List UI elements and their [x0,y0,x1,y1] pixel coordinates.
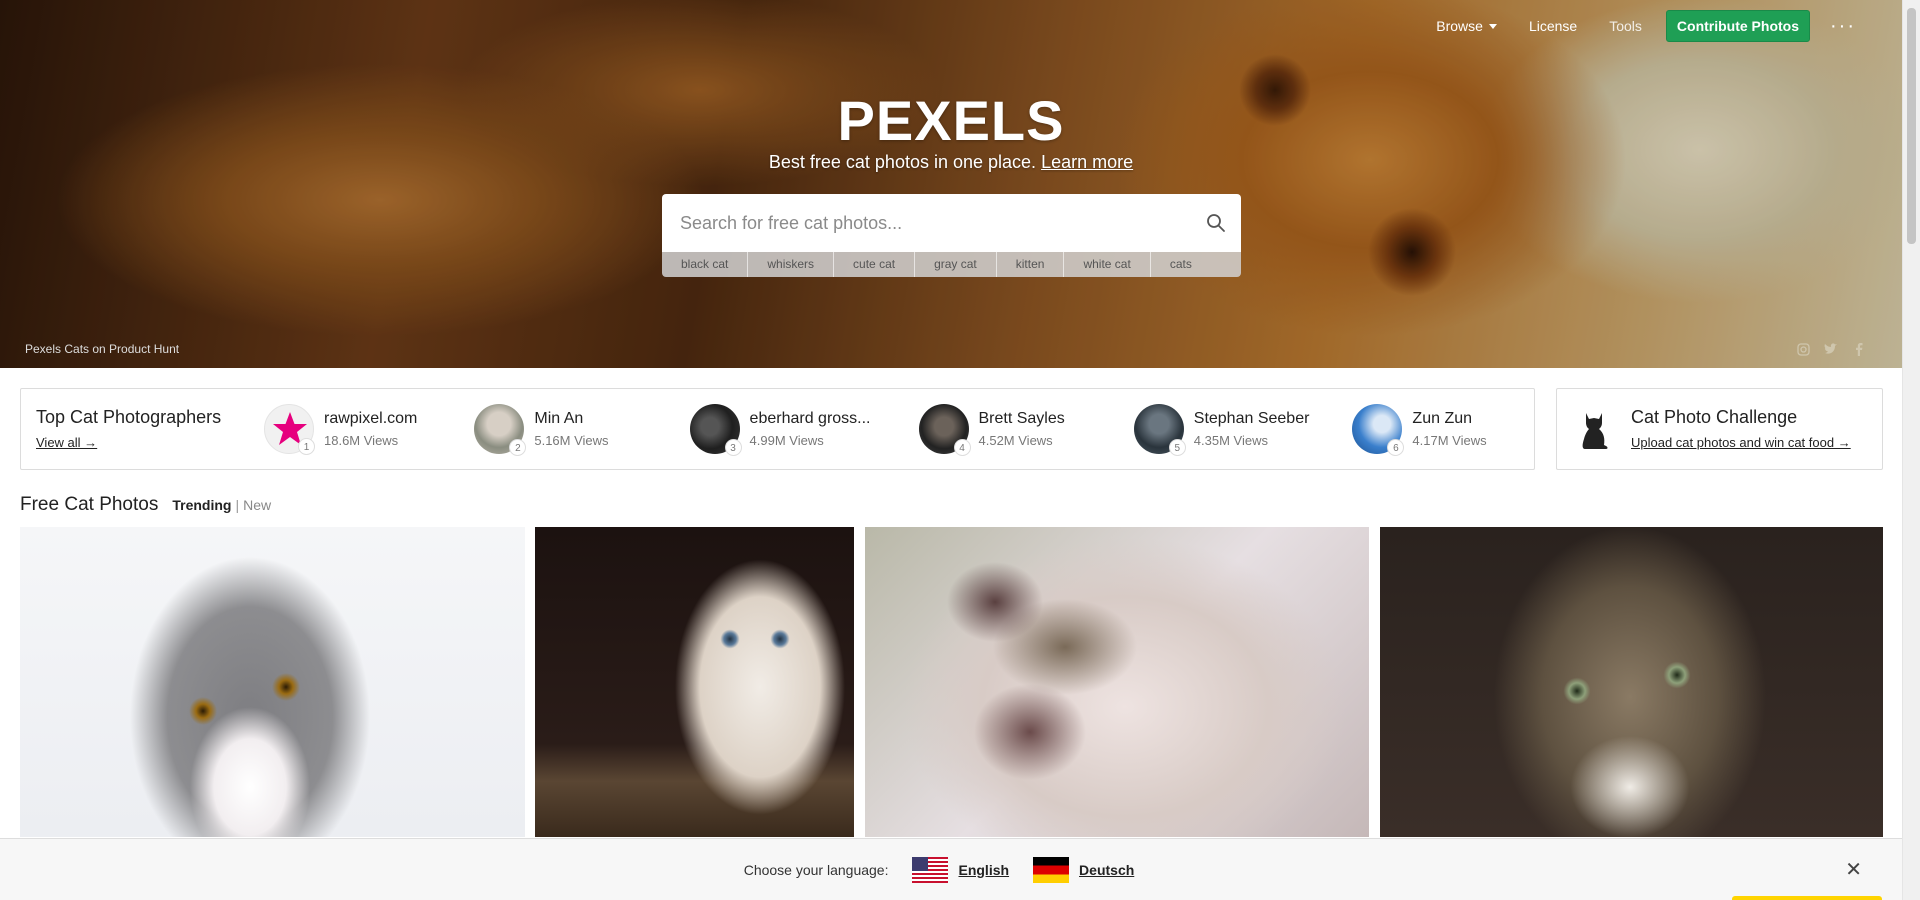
photographer-views: 5.16M Views [534,433,609,448]
cat-icon [1582,413,1608,449]
language-english[interactable]: English [912,856,1010,883]
photographer-info: rawpixel.com 18.6M Views [324,410,417,448]
tab-trending[interactable]: Trending [172,497,231,513]
tag-whiskers[interactable]: whiskers [748,252,835,277]
photographer-info: Zun Zun 4.17M Views [1412,410,1486,448]
more-menu-icon[interactable]: ··· [1830,16,1856,36]
photographer-views: 18.6M Views [324,433,399,448]
photo-kitten-paws[interactable] [865,527,1369,837]
photographer-card[interactable]: 3 eberhard gross... 4.99M Views [689,404,871,456]
cat-photo-challenge-panel[interactable]: Cat Photo Challenge Upload cat photos an… [1556,388,1883,470]
challenge-link[interactable]: Upload cat photos and win cat food → [1631,435,1851,450]
browse-label: Browse [1436,18,1483,34]
avatar: 4 [918,404,971,456]
photographer-name: Stephan Seeber [1193,410,1310,427]
hero-banner: Browse License Tools Contribute Photos ·… [0,0,1902,368]
close-icon[interactable]: ✕ [1845,857,1862,882]
photographer-name: Min An [534,410,584,427]
photographer-views: 4.35M Views [1193,433,1268,448]
avatar: 1 [264,404,315,455]
section-title: Free Cat Photos [20,494,159,515]
photographer-card[interactable]: 5 Stephan Seeber 4.35M Views [1133,404,1310,456]
photographer-name: Brett Sayles [978,410,1065,427]
social-links [1796,342,1866,356]
search-input[interactable] [662,194,1191,252]
scrollbar[interactable] [1902,0,1920,900]
english-label: English [958,861,1010,878]
photographer-info: eberhard gross... 4.99M Views [750,410,871,448]
photographer-info: Brett Sayles 4.52M Views [979,410,1065,448]
photographer-name: Zun Zun [1412,410,1473,427]
tag-white-cat[interactable]: white cat [1064,252,1151,277]
search-icon[interactable] [1191,194,1241,252]
photographer-views: 4.17M Views [1412,433,1487,448]
avatar: 5 [1133,404,1186,456]
deutsch-label: Deutsch [1079,861,1135,878]
tab-separator: | [235,497,240,513]
challenge-text: Cat Photo Challenge Upload cat photos an… [1631,407,1851,452]
photographer-card[interactable]: 6 Zun Zun 4.17M Views [1352,404,1487,456]
photographer-views: 4.99M Views [749,433,824,448]
feedback-tab[interactable] [1732,896,1882,900]
twitter-icon[interactable] [1824,342,1838,356]
license-link[interactable]: License [1513,18,1593,34]
photos-section-header: Free Cat Photos Trending | New [20,494,271,516]
challenge-title: Cat Photo Challenge [1631,406,1798,427]
browse-menu[interactable]: Browse [1420,18,1513,34]
top-photographers-heading: Top Cat Photographers View all → [36,407,264,452]
de-flag-icon [1033,856,1070,883]
photographer-views: 4.52M Views [978,433,1053,448]
photographer-card[interactable]: 2 Min An 5.16M Views [474,404,609,456]
us-flag-icon [912,856,949,883]
suggested-tags: black cat whiskers cute cat gray cat kit… [662,252,1241,277]
learn-more-link[interactable]: Learn more [1041,152,1133,172]
photo-tabby-cat[interactable] [1380,527,1883,837]
scrollbar-thumb[interactable] [1907,8,1916,244]
avatar: 2 [474,404,527,456]
photographer-card[interactable]: 1 rawpixel.com 18.6M Views [264,404,417,455]
instagram-icon[interactable] [1796,342,1810,356]
photographer-info: Stephan Seeber 4.35M Views [1194,410,1310,448]
avatar: 6 [1352,404,1405,456]
rank-badge: 2 [509,439,527,456]
photographer-name: rawpixel.com [324,410,418,427]
rank-badge: 4 [953,439,971,456]
photographer-name: eberhard gross... [749,410,871,427]
rank-badge: 3 [724,439,742,456]
contribute-photos-button[interactable]: Contribute Photos [1665,10,1811,42]
top-photographers-title: Top Cat Photographers [36,406,222,427]
language-bar: Choose your language: English Deutsch ✕ [0,838,1902,900]
product-hunt-credit[interactable]: Pexels Cats on Product Hunt [25,342,179,356]
language-deutsch[interactable]: Deutsch [1033,856,1135,883]
caret-down-icon [1488,23,1497,29]
photo-white-kitten[interactable] [535,527,854,837]
language-label: Choose your language: [743,861,889,878]
tools-link[interactable]: Tools [1593,18,1658,34]
photo-gray-white-cat[interactable] [20,527,525,837]
photographer-info: Min An 5.16M Views [534,410,608,448]
tag-black-cat[interactable]: black cat [662,252,749,277]
search-box [662,194,1241,252]
tag-kitten[interactable]: kitten [997,252,1065,277]
tag-gray-cat[interactable]: gray cat [915,252,997,277]
top-nav: Browse License Tools Contribute Photos ·… [1420,10,1856,42]
rank-badge: 5 [1168,439,1186,456]
hero-tagline: Best free cat photos in one place. Learn… [0,152,1902,173]
facebook-icon[interactable] [1852,342,1866,356]
tag-cats[interactable]: cats [1151,252,1211,277]
rank-badge: 6 [1387,439,1405,456]
avatar: 3 [689,404,742,456]
top-photographers-panel: Top Cat Photographers View all → 1 rawpi… [20,388,1535,470]
tag-cute-cat[interactable]: cute cat [834,252,916,277]
pexels-logo[interactable]: PEXELS [0,88,1902,153]
tagline-text: Best free cat photos in one place. [768,152,1037,172]
photographer-card[interactable]: 4 Brett Sayles 4.52M Views [918,404,1065,456]
view-all-link[interactable]: View all → [36,435,97,450]
rank-badge: 1 [298,438,315,455]
tab-new[interactable]: New [243,497,271,513]
